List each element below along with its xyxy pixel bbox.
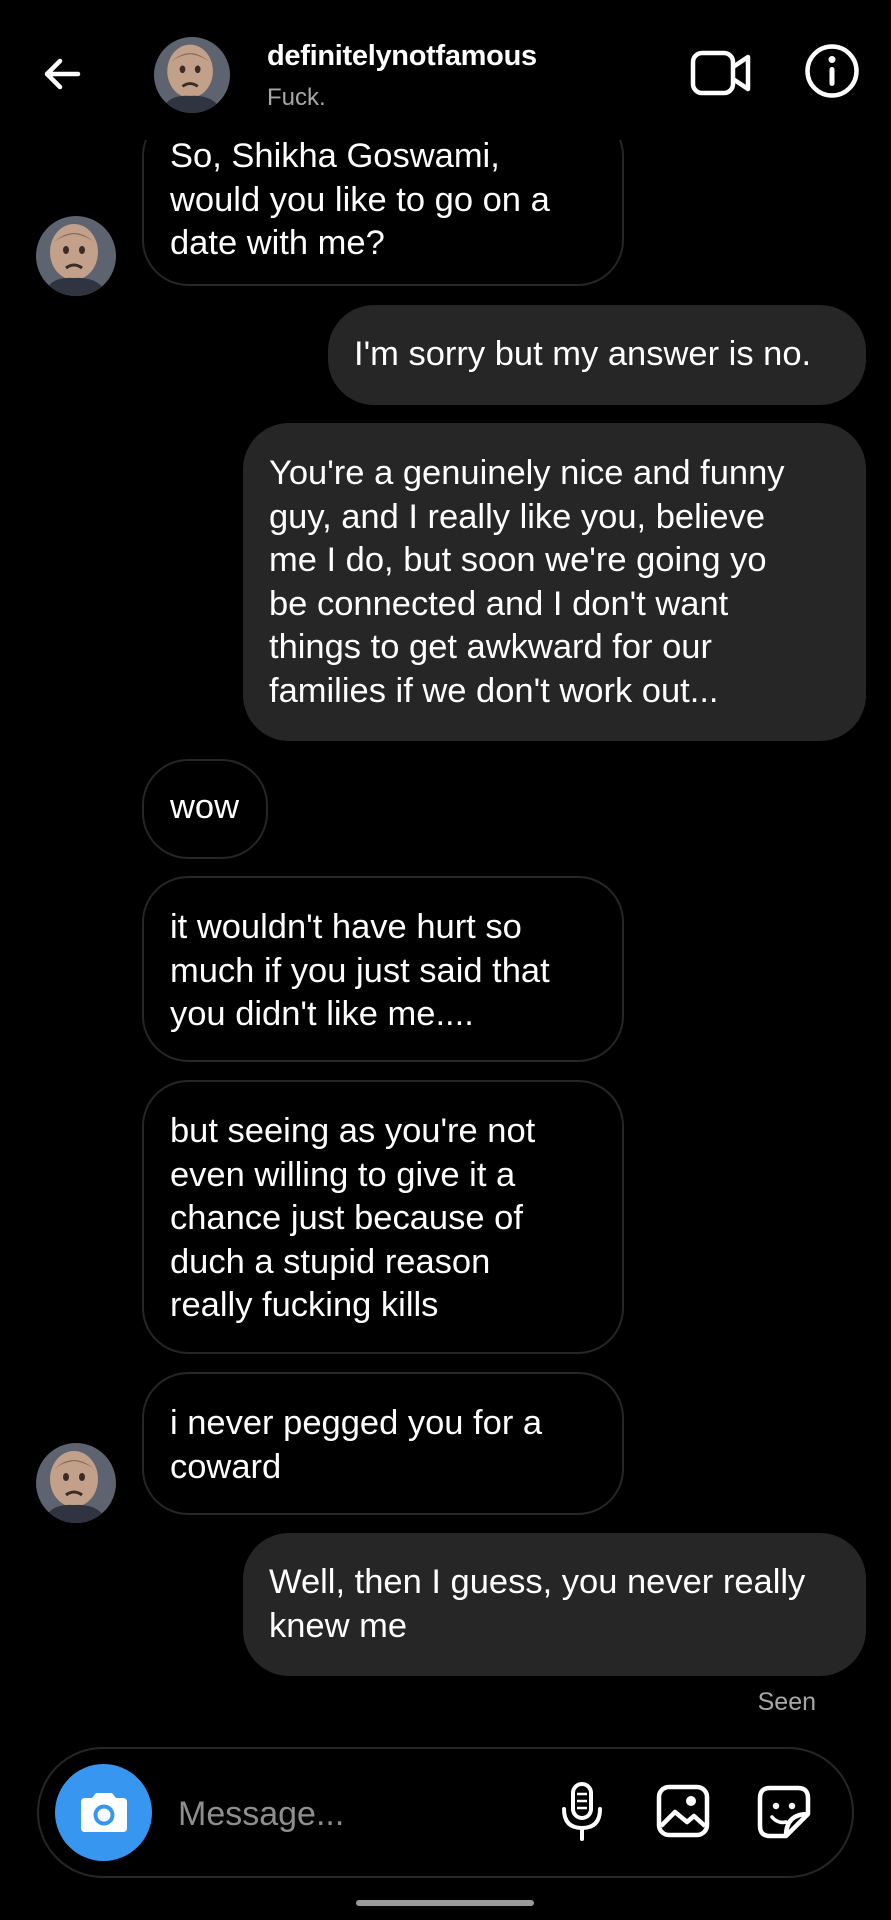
sender-avatar[interactable]	[36, 1443, 116, 1523]
message-line: I'm sorry but my answer is no.	[354, 335, 812, 373]
sticker-button[interactable]	[755, 1783, 813, 1841]
message-line: date with me?	[170, 224, 385, 262]
message-line: families if we don't work out...	[269, 671, 719, 710]
message-line: but seeing as you're not	[170, 1112, 536, 1150]
message-line: be connected and I don't want	[269, 584, 729, 623]
outgoing-message-bubble[interactable]: You're a genuinely nice and funny guy, a…	[243, 423, 866, 741]
incoming-message-bubble[interactable]: but seeing as you're not even willing to…	[142, 1080, 624, 1354]
outgoing-message-bubble[interactable]: I'm sorry but my answer is no.	[328, 305, 866, 405]
video-call-button[interactable]	[689, 45, 753, 101]
incoming-message-bubble[interactable]: it wouldn't have hurt so much if you jus…	[142, 876, 624, 1062]
message-line: you didn't like me....	[170, 995, 474, 1033]
camera-button[interactable]	[55, 1764, 152, 1861]
message-line: i never pegged you for a	[170, 1404, 543, 1442]
message-line: duch a stupid reason	[170, 1242, 491, 1281]
message-line: You're a genuinely nice and funny	[269, 454, 785, 492]
message-line: chance just because of	[170, 1199, 523, 1237]
contact-status: Fuck.	[267, 84, 326, 111]
chat-header: definitelynotfamous Fuck.	[0, 0, 891, 140]
back-button[interactable]	[36, 48, 88, 100]
message-line: would you like to go on a	[170, 180, 550, 219]
message-line: So, Shikha Goswami,	[170, 137, 500, 175]
incoming-message-bubble[interactable]: i never pegged you for a coward	[142, 1372, 624, 1515]
message-line: Well, then I guess, you never really	[269, 1563, 806, 1601]
message-line: guy, and I really like you, believe	[269, 497, 766, 536]
message-input[interactable]	[178, 1784, 538, 1844]
message-line: much if you just said that	[170, 951, 550, 990]
info-icon	[805, 44, 859, 98]
message-line: coward	[170, 1447, 282, 1486]
contact-avatar[interactable]	[154, 37, 230, 113]
arrow-left-icon	[44, 58, 81, 90]
video-camera-icon	[690, 50, 751, 96]
message-line: me I do, but soon we're going yo	[269, 541, 767, 579]
voice-message-button[interactable]	[558, 1780, 606, 1844]
camera-icon	[80, 1792, 127, 1832]
message-line: it wouldn't have hurt so	[170, 908, 522, 946]
contact-username[interactable]: definitelynotfamous	[267, 40, 537, 73]
sticker-icon	[757, 1785, 811, 1839]
gallery-button[interactable]	[655, 1783, 711, 1839]
incoming-message-bubble[interactable]: wow	[142, 759, 268, 859]
message-line: wow	[170, 788, 240, 826]
message-line: really fucking kills	[170, 1286, 439, 1324]
image-icon	[656, 1784, 710, 1838]
home-indicator[interactable]	[356, 1900, 534, 1906]
sender-avatar[interactable]	[36, 216, 116, 296]
seen-receipt: Seen	[757, 1688, 816, 1716]
microphone-icon	[562, 1782, 602, 1841]
message-line: knew me	[269, 1606, 408, 1645]
message-line: even willing to give it a	[170, 1155, 516, 1194]
message-line: things to get awkward for our	[269, 628, 712, 666]
outgoing-message-bubble[interactable]: Well, then I guess, you never really kne…	[243, 1533, 866, 1676]
conversation-info-button[interactable]	[804, 43, 860, 99]
